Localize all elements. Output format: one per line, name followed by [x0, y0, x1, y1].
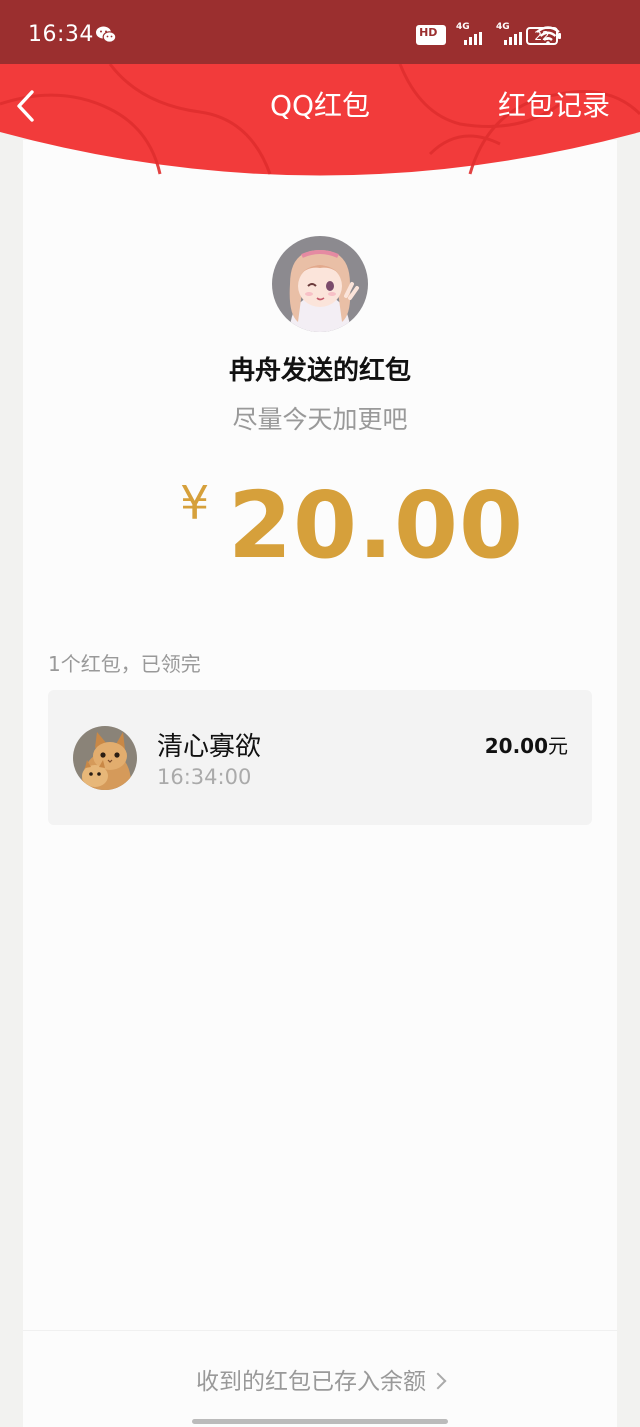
balance-link[interactable]: 收到的红包已存入余额	[0, 1362, 640, 1396]
recipient-claim-time: 16:34:00	[157, 765, 252, 789]
wechat-icon	[96, 26, 116, 43]
chevron-right-icon	[429, 1372, 447, 1390]
recipient-avatar[interactable]	[73, 726, 137, 790]
status-time: 16:34	[28, 22, 94, 47]
cat-avatar-image	[73, 726, 137, 790]
blessing-message: 尽量今天加更吧	[232, 405, 408, 434]
claim-summary: 1个红包，已领完	[48, 652, 201, 676]
recipient-name: 清心寡欲	[157, 732, 262, 762]
header-banner	[0, 64, 640, 189]
recipient-row[interactable]: 清心寡欲 16:34:00 20.00元	[48, 690, 592, 825]
sender-avatar[interactable]	[272, 236, 368, 332]
header-background	[0, 64, 640, 176]
balance-link-label: 收到的红包已存入余额	[196, 1369, 426, 1395]
currency-symbol: ¥	[180, 476, 210, 530]
battery-icon: 22	[526, 27, 561, 45]
hd-voice-icon: HD2	[416, 24, 446, 46]
recipient-amount: 20.00元	[484, 734, 568, 758]
signal-icon: 4G	[456, 22, 486, 45]
signal-icon: 4G	[496, 22, 526, 45]
amount-value: 20.00	[228, 472, 525, 579]
status-bar: 16:34 HD2 4G 4G 22	[0, 0, 640, 66]
packet-records-link[interactable]: 红包记录	[498, 84, 610, 124]
footer-divider	[23, 1330, 617, 1331]
sender-title: 冉舟发送的红包	[228, 356, 411, 386]
anime-girl-avatar-image	[272, 236, 368, 332]
home-indicator[interactable]	[192, 1419, 448, 1424]
